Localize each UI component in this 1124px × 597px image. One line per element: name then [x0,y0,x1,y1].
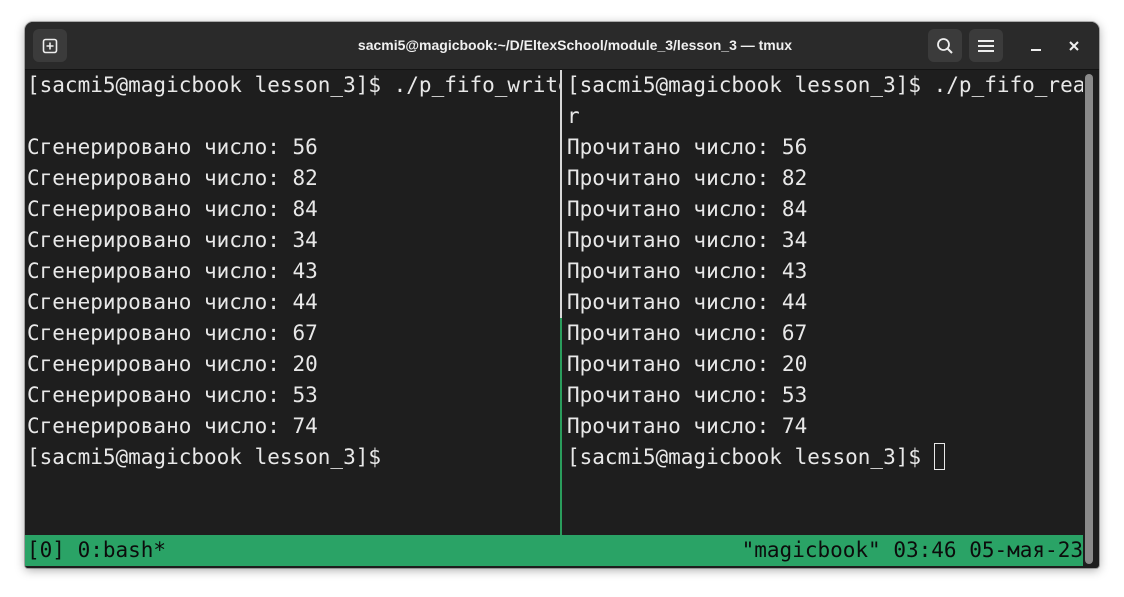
terminal-line: Сгенерировано число: 53 [27,383,318,407]
window-title: sacmi5@magicbook:~/D/EltexSchool/module_… [357,37,793,53]
hamburger-menu-icon [978,39,994,52]
terminal-cursor [933,442,945,470]
terminal-line: Сгенерировано число: 43 [27,259,318,283]
pane-divider[interactable] [560,70,562,318]
status-host-clock: "magicbook" 03:46 05-мая-23 [741,538,1083,562]
terminal-line: r [567,104,580,128]
close-button[interactable] [1059,29,1089,62]
terminal-line: [sacmi5@magicbook lesson_3]$ [27,445,382,469]
terminal-line: Прочитано число: 82 [567,166,808,190]
terminal-line: Прочитано число: 53 [567,383,808,407]
search-icon [937,37,953,54]
minimize-icon [1031,48,1041,51]
new-tab-icon [42,38,58,53]
tmux-status-bar: [0] 0:bash* "magicbook" 03:46 05-мая-23 [25,535,1083,566]
terminal-line: Сгенерировано число: 84 [27,197,318,221]
header-bar: sacmi5@magicbook:~/D/EltexSchool/module_… [25,22,1099,70]
terminal-line: Прочитано число: 74 [567,414,808,438]
status-window-list[interactable]: [0] 0:bash* [27,535,166,566]
scrollbar[interactable] [1085,74,1093,564]
terminal-line: [sacmi5@magicbook lesson_3]$ ./p_fifo_wr… [27,73,560,97]
terminal-line: Прочитано число: 20 [567,352,808,376]
terminal-line: Сгенерировано число: 67 [27,321,318,345]
terminal-line: Прочитано число: 56 [567,135,808,159]
terminal-window: sacmi5@magicbook:~/D/EltexSchool/module_… [25,22,1099,568]
terminal-line: Сгенерировано число: 34 [27,228,318,252]
pane-divider-active[interactable] [560,318,562,535]
terminal-line: Сгенерировано число: 82 [27,166,318,190]
terminal-line: Сгенерировано число: 74 [27,414,318,438]
terminal-line: Сгенерировано число: 56 [27,135,318,159]
terminal-line: Прочитано число: 44 [567,290,808,314]
prompt-line: [sacmi5@magicbook lesson_3]$ [567,442,1083,473]
new-tab-button[interactable] [33,29,67,62]
menu-button[interactable] [969,29,1003,62]
terminal-line: Сгенерировано число: 44 [27,290,318,314]
terminal-area[interactable]: [sacmi5@magicbook lesson_3]$ ./p_fifo_wr… [25,70,1083,568]
terminal-line: Прочитано число: 34 [567,228,808,252]
terminal-line: Сгенерировано число: 20 [27,352,318,376]
tmux-pane-left[interactable]: [sacmi5@magicbook lesson_3]$ ./p_fifo_wr… [27,70,560,535]
prompt-text: [sacmi5@magicbook lesson_3]$ [567,445,934,469]
minimize-button[interactable] [1021,29,1051,62]
close-icon [1069,40,1079,51]
terminal-line: [sacmi5@magicbook lesson_3]$ ./p_fifo_re… [567,73,1083,97]
terminal-line: Прочитано число: 67 [567,321,808,345]
search-button[interactable] [928,29,962,62]
tmux-pane-right[interactable]: [sacmi5@magicbook lesson_3]$ ./p_fifo_re… [567,70,1083,535]
terminal-line: Прочитано число: 84 [567,197,808,221]
terminal-line: Прочитано число: 43 [567,259,808,283]
